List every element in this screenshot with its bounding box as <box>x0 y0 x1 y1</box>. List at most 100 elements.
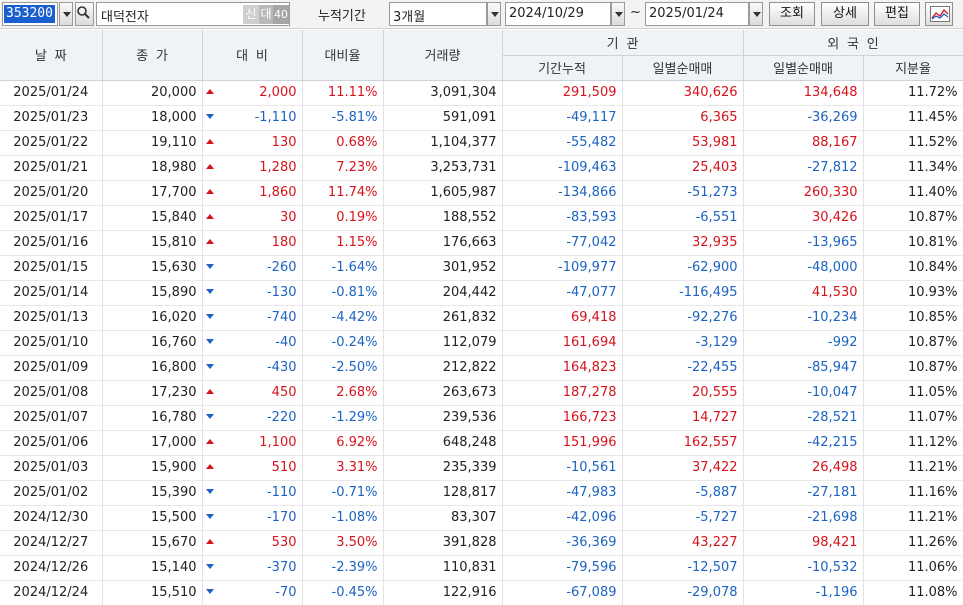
foreign-daily-cell: -85,947 <box>743 355 864 381</box>
col-header-date[interactable]: 날짜 <box>0 30 103 81</box>
volume-cell: 122,916 <box>383 580 503 605</box>
table-row[interactable]: 2025/01/23 18,000 -1,110 -5.81% 591,091 -49,1… <box>0 105 963 131</box>
magnifier-icon <box>77 6 90 19</box>
search-button[interactable]: 조회 <box>769 2 815 26</box>
foreign-daily-cell: 26,498 <box>743 455 864 481</box>
col-header-volume[interactable]: 거래량 <box>383 30 503 81</box>
down-triangle-icon <box>205 113 214 119</box>
table-row[interactable]: 2025/01/08 17,230 450 2.68% 263,673 187,278 20… <box>0 380 963 406</box>
down-triangle-icon <box>205 488 214 494</box>
rate-cell: 11.74% <box>302 180 384 206</box>
col-header-change[interactable]: 대비 <box>202 30 303 81</box>
col-header-foreign-share[interactable]: 지분율 <box>863 55 963 81</box>
foreign-daily-cell: 260,330 <box>743 180 864 206</box>
end-date-calendar-button[interactable] <box>749 2 763 26</box>
table-row[interactable]: 2025/01/14 15,890 -130 -0.81% 204,442 -47,077… <box>0 280 963 306</box>
date-cell: 2025/01/20 <box>0 180 103 206</box>
rate-cell: -2.39% <box>302 555 384 581</box>
rate-cell: 7.23% <box>302 155 384 181</box>
foreign-share-cell: 11.40% <box>863 180 963 206</box>
table-row[interactable]: 2025/01/22 19,110 130 0.68% 1,104,377 -55,482… <box>0 130 963 156</box>
line-chart-icon <box>930 6 950 22</box>
change-cell: 130 <box>202 130 303 156</box>
table-row[interactable]: 2025/01/20 17,700 1,860 11.74% 1,605,987 -134… <box>0 180 963 206</box>
table-row[interactable]: 2025/01/10 16,760 -40 -0.24% 112,079 161,694-… <box>0 330 963 356</box>
rate-cell: -1.08% <box>302 505 384 531</box>
change-cell: -220 <box>202 405 303 431</box>
edit-button[interactable]: 편집 <box>874 2 920 26</box>
inst-daily-cell: 53,981 <box>622 130 744 156</box>
col-header-inst-cumulative[interactable]: 기간누적 <box>502 55 623 81</box>
inst-cumulative-cell: -109,463 <box>502 155 623 181</box>
rate-cell: 3.31% <box>302 455 384 481</box>
table-row[interactable]: 2025/01/03 15,900 510 3.31% 235,339 -10,561 37… <box>0 455 963 481</box>
table-row[interactable]: 2024/12/30 15,500 -170 -1.08% 83,307 -42,096-… <box>0 505 963 531</box>
detail-button[interactable]: 상세 <box>821 2 869 26</box>
table-row[interactable]: 2025/01/09 16,800 -430 -2.50% 212,822 164,823… <box>0 355 963 381</box>
date-cell: 2025/01/23 <box>0 105 103 131</box>
foreign-share-cell: 11.16% <box>863 480 963 506</box>
loan-badge: 대 <box>259 5 273 24</box>
start-date-calendar-button[interactable] <box>611 2 625 26</box>
stock-search-button[interactable] <box>75 2 94 26</box>
period-value: 3개월 <box>393 10 426 25</box>
change-value: -220 <box>266 410 297 425</box>
foreign-share-cell: 11.72% <box>863 80 963 106</box>
change-value: 180 <box>271 235 297 250</box>
inst-cumulative-cell: 166,723 <box>502 405 623 431</box>
table-row[interactable]: 2024/12/27 15,670 530 3.50% 391,828 -36,369 43… <box>0 530 963 556</box>
table-row[interactable]: 2024/12/24 15,510 -70 -0.45% 122,916 -67,089-… <box>0 580 963 605</box>
inst-cumulative-cell: -109,977 <box>502 255 623 281</box>
change-value: -370 <box>266 560 297 575</box>
up-triangle-icon <box>205 238 214 244</box>
stock-name-field[interactable]: 대덕전자 신 대 40 <box>96 2 290 26</box>
change-cell: -40 <box>202 330 303 356</box>
close-cell: 15,890 <box>102 280 203 306</box>
foreign-daily-cell: 98,421 <box>743 530 864 556</box>
volume-cell: 204,442 <box>383 280 503 306</box>
group-header-institution: 기관 <box>502 30 744 56</box>
inst-daily-cell: -29,078 <box>622 580 744 605</box>
table-row[interactable]: 2025/01/24 20,000 2,000 11.11% 3,091,304 291,… <box>0 80 963 106</box>
date-cell: 2025/01/10 <box>0 330 103 356</box>
period-select[interactable]: 3개월 <box>389 2 487 26</box>
change-cell: -1,110 <box>202 105 303 131</box>
foreign-daily-cell: -10,532 <box>743 555 864 581</box>
stock-code-dropdown-button[interactable] <box>59 2 73 26</box>
table-row[interactable]: 2025/01/02 15,390 -110 -0.71% 128,817 -47,983… <box>0 480 963 506</box>
rate-cell: -0.24% <box>302 330 384 356</box>
close-cell: 15,500 <box>102 505 203 531</box>
up-triangle-icon <box>205 188 214 194</box>
start-date-input[interactable]: 2024/10/29 <box>505 2 611 26</box>
period-dropdown-button[interactable] <box>487 2 501 26</box>
table-row[interactable]: 2025/01/06 17,000 1,100 6.92% 648,248 151,996… <box>0 430 963 456</box>
change-value: 130 <box>271 135 297 150</box>
date-cell: 2025/01/16 <box>0 230 103 256</box>
inst-cumulative-cell: 291,509 <box>502 80 623 106</box>
col-header-rate[interactable]: 대비율 <box>302 30 384 81</box>
table-row[interactable]: 2025/01/13 16,020 -740 -4.42% 261,832 69,418-… <box>0 305 963 331</box>
table-row[interactable]: 2025/01/15 15,630 -260 -1.64% 301,952 -109,97… <box>0 255 963 281</box>
end-date-input[interactable]: 2025/01/24 <box>645 2 749 26</box>
inst-cumulative-cell: 187,278 <box>502 380 623 406</box>
change-value: -130 <box>266 285 297 300</box>
col-header-inst-daily[interactable]: 일별순매매 <box>622 55 744 81</box>
change-cell: 1,280 <box>202 155 303 181</box>
col-header-foreign-daily[interactable]: 일별순매매 <box>743 55 864 81</box>
table-row[interactable]: 2025/01/16 15,810 180 1.15% 176,663 -77,042 32… <box>0 230 963 256</box>
table-row[interactable]: 2025/01/21 18,980 1,280 7.23% 3,253,731 -109,… <box>0 155 963 181</box>
down-triangle-icon <box>205 263 214 269</box>
volume-cell: 188,552 <box>383 205 503 231</box>
rate-cell: -1.29% <box>302 405 384 431</box>
table-row[interactable]: 2025/01/07 16,780 -220 -1.29% 239,536 166,723… <box>0 405 963 431</box>
table-row[interactable]: 2024/12/26 15,140 -370 -2.39% 110,831 -79,596… <box>0 555 963 581</box>
inst-cumulative-cell: -42,096 <box>502 505 623 531</box>
foreign-share-cell: 11.21% <box>863 455 963 481</box>
col-header-close[interactable]: 종가 <box>102 30 203 81</box>
chart-button[interactable] <box>925 2 953 26</box>
volume-cell: 176,663 <box>383 230 503 256</box>
rate-cell: -0.71% <box>302 480 384 506</box>
stock-code-input[interactable]: 353200 <box>2 2 58 26</box>
table-row[interactable]: 2025/01/17 15,840 30 0.19% 188,552 -83,593 -6,… <box>0 205 963 231</box>
up-triangle-icon <box>205 163 214 169</box>
